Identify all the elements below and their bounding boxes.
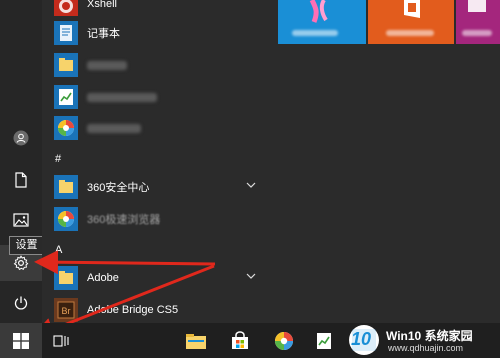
store-button[interactable] <box>220 323 260 358</box>
file-explorer-icon <box>186 333 206 349</box>
photos-button[interactable] <box>264 323 304 358</box>
photos-icon <box>275 331 293 350</box>
watermark-url: www.qdhuajin.com <box>388 343 464 353</box>
task-view-icon <box>53 334 69 347</box>
store-icon <box>232 330 248 349</box>
windows-icon <box>13 332 29 349</box>
taskbar-app-button[interactable] <box>306 323 342 358</box>
file-explorer-button[interactable] <box>176 323 216 358</box>
watermark-logo-text: 10 <box>351 329 372 349</box>
start-button[interactable] <box>0 323 42 358</box>
watermark-title: Win10 系统家园 <box>386 329 473 343</box>
arrow-to-settings <box>34 250 216 275</box>
watermark: 10 Win10 系统家园 www.qdhuajin.com <box>344 323 500 358</box>
task-view-button[interactable] <box>44 323 80 358</box>
app-icon <box>317 332 331 349</box>
annotation-arrows <box>30 250 216 341</box>
taskbar: 10 Win10 系统家园 www.qdhuajin.com <box>0 323 500 358</box>
